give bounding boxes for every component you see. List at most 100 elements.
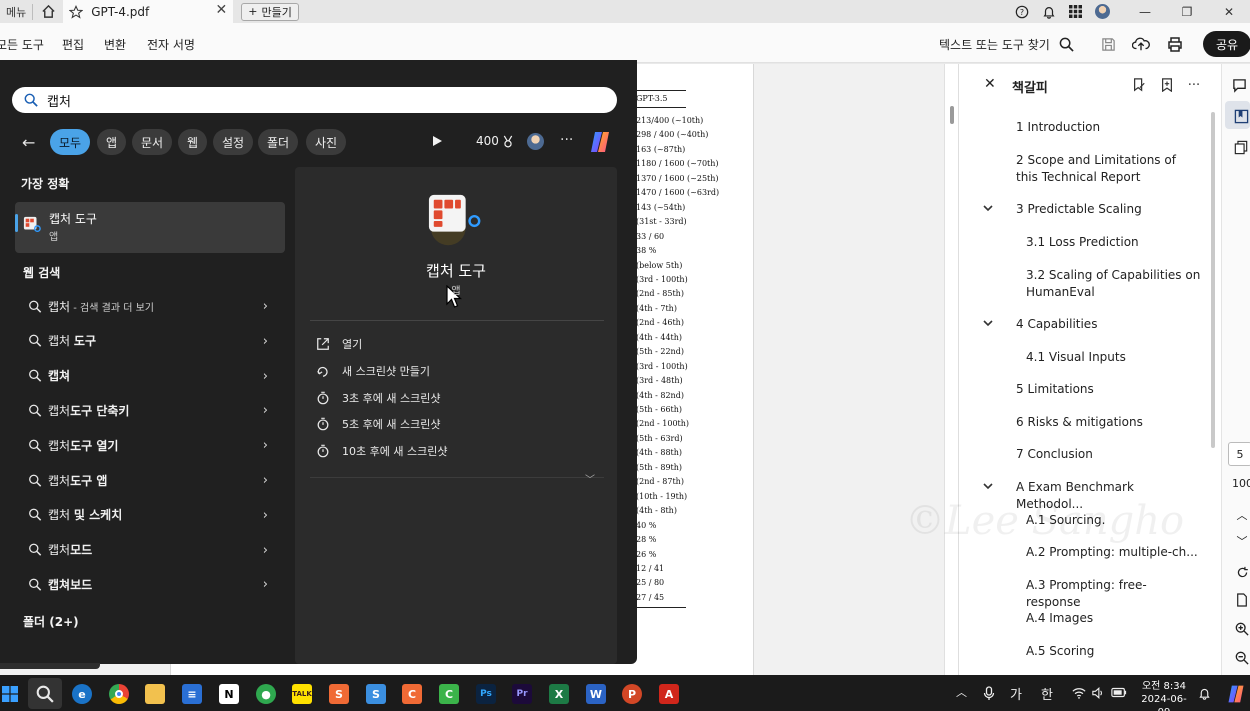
- detail-action[interactable]: 3초 후에 새 스크린샷: [316, 388, 440, 408]
- account-avatar[interactable]: [527, 133, 544, 150]
- bookmark-item[interactable]: A.2 Prompting: multiple-ch...: [1026, 544, 1201, 561]
- microphone-icon[interactable]: [983, 686, 995, 701]
- file-explorer-icon[interactable]: [145, 684, 165, 704]
- filter-chip[interactable]: 모두: [50, 129, 91, 155]
- prev-page-button[interactable]: ︿: [1233, 506, 1250, 524]
- copilot-taskbar-icon[interactable]: [1226, 684, 1246, 704]
- back-arrow-icon[interactable]: ←: [22, 133, 35, 152]
- bookmark-options-button[interactable]: [1130, 76, 1148, 94]
- doc-tab[interactable]: GPT-4.pdf ✕: [63, 0, 234, 23]
- clock[interactable]: 오전 8:34 2024-06-09: [1136, 680, 1192, 711]
- web-result-item[interactable]: 캡처 - 검색 결과 더 보기 ›: [20, 291, 280, 321]
- bookmark-item[interactable]: 4 Capabilities: [1016, 316, 1191, 333]
- profile-button[interactable]: [1089, 0, 1116, 23]
- bookmark-item[interactable]: A.4 Images: [1026, 610, 1201, 627]
- filter-chip[interactable]: 설정: [213, 129, 254, 155]
- filter-chip[interactable]: 웹: [178, 129, 208, 155]
- upload-button[interactable]: [1130, 33, 1152, 55]
- web-result-item[interactable]: 캡처 및 스케치 ›: [20, 500, 280, 530]
- bookmark-item[interactable]: 5 Limitations: [1016, 381, 1191, 398]
- pages-tool-button[interactable]: [1232, 138, 1250, 156]
- find-tools-search[interactable]: 텍스트 또는 도구 찾기: [939, 36, 1050, 53]
- web-result-item[interactable]: 캡처모드 ›: [20, 535, 280, 565]
- zoom-in-button[interactable]: [1233, 620, 1250, 638]
- bookmark-item[interactable]: A.3 Prompting: free-response: [1026, 577, 1201, 611]
- page-fit-button[interactable]: [1233, 591, 1250, 609]
- web-result-item[interactable]: 캡처도구 단축키 ›: [20, 395, 280, 425]
- web-result-item[interactable]: 캡처도구 앱 ›: [20, 465, 280, 495]
- star-icon[interactable]: [69, 4, 84, 19]
- volume-icon[interactable]: [1092, 687, 1104, 699]
- more-options-icon[interactable]: ···: [1185, 76, 1203, 94]
- acrobat-icon[interactable]: A: [659, 684, 679, 704]
- chevron-down-icon[interactable]: [981, 479, 995, 493]
- premiere-icon[interactable]: Pr: [512, 684, 532, 704]
- find-search-button[interactable]: [1055, 33, 1077, 55]
- rotate-button[interactable]: [1233, 563, 1250, 581]
- search-input[interactable]: [47, 92, 547, 108]
- bookmark-item[interactable]: 3 Predictable Scaling: [1016, 201, 1191, 218]
- chevron-down-icon[interactable]: [981, 316, 995, 330]
- chevron-down-icon[interactable]: [981, 201, 995, 215]
- green-app-icon[interactable]: ●: [256, 684, 276, 704]
- bookmark-item[interactable]: A.5 Scoring: [1026, 643, 1201, 660]
- help-button[interactable]: ?: [1008, 0, 1035, 23]
- photoshop-icon[interactable]: Ps: [476, 684, 496, 704]
- print-button[interactable]: [1164, 33, 1186, 55]
- filter-chip[interactable]: 폴더: [258, 129, 299, 155]
- notepad-icon[interactable]: ≡: [182, 684, 202, 704]
- chrome-icon[interactable]: [109, 684, 129, 704]
- close-tab-icon[interactable]: ✕: [216, 2, 228, 18]
- detail-action[interactable]: 열기: [316, 334, 362, 354]
- menu-edit[interactable]: 편집: [62, 36, 84, 53]
- tray-chevron-up-icon[interactable]: ︿: [956, 684, 967, 700]
- input-mode-indicator[interactable]: 가: [1010, 684, 1022, 703]
- excel-icon[interactable]: X: [549, 684, 569, 704]
- home-button[interactable]: [33, 0, 63, 23]
- orange-s-app-icon[interactable]: S: [329, 684, 349, 704]
- comment-button[interactable]: [1230, 76, 1248, 94]
- play-icon[interactable]: [431, 135, 443, 147]
- green-c-app-icon[interactable]: C: [439, 684, 459, 704]
- expand-chevron-down-icon[interactable]: ﹀: [585, 471, 595, 486]
- add-bookmark-button[interactable]: [1158, 76, 1176, 94]
- battery-icon[interactable]: [1111, 687, 1127, 698]
- orange-c-app-icon[interactable]: C: [402, 684, 422, 704]
- wifi-icon[interactable]: [1072, 687, 1086, 699]
- filter-chip[interactable]: 문서: [132, 129, 173, 155]
- bookmark-item[interactable]: 2 Scope and Limitations of this Technica…: [1016, 152, 1191, 186]
- menu-button[interactable]: 메뉴: [0, 0, 32, 23]
- notion-icon[interactable]: N: [219, 684, 239, 704]
- next-page-button[interactable]: ﹀: [1233, 532, 1250, 550]
- word-icon[interactable]: W: [586, 684, 606, 704]
- close-panel-icon[interactable]: ✕: [984, 76, 996, 92]
- blue-s-app-icon[interactable]: S: [366, 684, 386, 704]
- bookmark-item[interactable]: 4.1 Visual Inputs: [1026, 349, 1201, 366]
- menu-convert[interactable]: 변환: [104, 36, 126, 53]
- bookmark-item[interactable]: 1 Introduction: [1016, 119, 1191, 136]
- more-options-icon[interactable]: ···: [560, 132, 573, 148]
- copilot-icon[interactable]: [588, 130, 612, 154]
- web-result-item[interactable]: 캡쳐 ›: [20, 361, 280, 391]
- minimize-button[interactable]: —: [1124, 0, 1166, 23]
- zoom-out-button[interactable]: [1233, 649, 1250, 667]
- web-result-item[interactable]: 캡처도구 열기 ›: [20, 430, 280, 460]
- edge-icon[interactable]: e: [72, 684, 92, 704]
- menu-e-sign[interactable]: 전자 서명: [147, 36, 195, 53]
- doc-scrollbar[interactable]: [950, 106, 954, 124]
- notification-bell-icon[interactable]: [1198, 687, 1211, 700]
- share-button[interactable]: 공유: [1203, 31, 1250, 57]
- menu-all-tools[interactable]: 모든 도구: [0, 36, 44, 53]
- language-indicator[interactable]: 한: [1041, 684, 1053, 703]
- detail-action[interactable]: 10초 후에 새 스크린샷: [316, 441, 447, 461]
- notification-button[interactable]: [1035, 0, 1062, 23]
- filter-chip[interactable]: 사진: [306, 129, 347, 155]
- close-window-button[interactable]: ✕: [1208, 0, 1250, 23]
- folders-heading[interactable]: 폴더 (2+): [23, 613, 79, 630]
- start-windows-icon[interactable]: [2, 686, 18, 702]
- restore-button[interactable]: ❐: [1166, 0, 1208, 23]
- detail-action[interactable]: 새 스크린샷 만들기: [316, 361, 430, 381]
- bookmark-item[interactable]: 6 Risks & mitigations: [1016, 414, 1191, 431]
- bookmarks-tool-button[interactable]: [1232, 107, 1250, 125]
- rewards-points[interactable]: 400: [476, 134, 514, 148]
